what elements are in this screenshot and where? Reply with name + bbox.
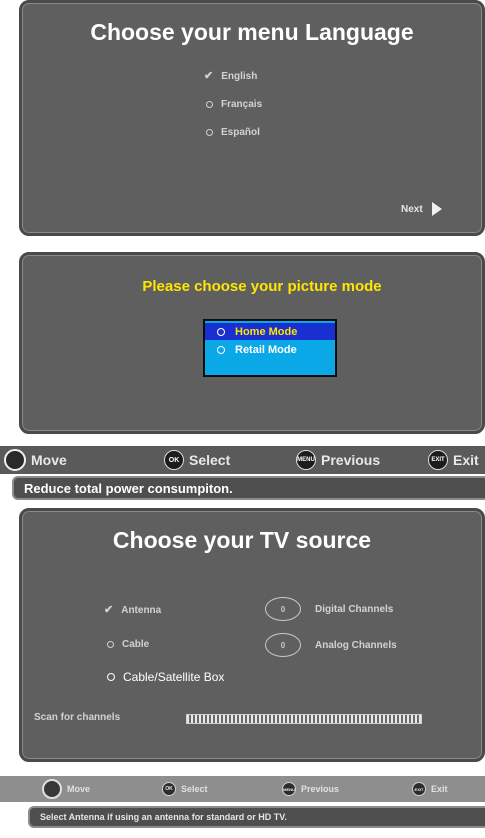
help-previous-label: Previous: [321, 452, 381, 468]
source-option-antenna[interactable]: ✔ Antenna: [104, 604, 162, 617]
radio-icon: [206, 101, 213, 108]
help-move-label: Move: [31, 452, 67, 468]
language-option-espanol[interactable]: Español: [206, 127, 260, 138]
radio-icon: [217, 327, 225, 336]
picture-mode-option-home[interactable]: Home Mode: [205, 323, 335, 340]
tip-text: Select Antenna if using an antenna for s…: [40, 812, 287, 822]
help-move: Move: [4, 449, 67, 471]
language-option-label: English: [221, 71, 258, 82]
menu-button-icon: MENU: [296, 450, 316, 470]
scan-progress-bar: [186, 714, 422, 724]
picture-mode-title: Please choose your picture mode: [142, 278, 382, 295]
source-option-label: Cable: [122, 639, 150, 650]
picture-mode-label: Retail Mode: [235, 343, 297, 356]
radio-icon: [217, 345, 225, 354]
dpad-icon: [4, 449, 26, 471]
source-option-label: Antenna: [121, 605, 162, 616]
help-move: Move: [42, 779, 90, 799]
language-option-francais[interactable]: Français: [206, 99, 262, 110]
menu-button-icon: MENU: [282, 782, 296, 796]
checkmark-icon: ✔: [204, 70, 214, 82]
help-select-label: Select: [181, 784, 208, 794]
radio-icon: [206, 129, 213, 136]
dpad-icon: [42, 779, 62, 799]
help-bar-bottom: Move OK Select MENU Previous EXIT Exit: [0, 776, 485, 802]
help-exit-label: Exit: [431, 784, 448, 794]
channel-count-label: Digital Channels: [315, 603, 394, 615]
help-bar-top: Move OK Select MENU Previous EXIT Exit: [0, 446, 485, 474]
language-option-label: Español: [221, 127, 260, 138]
source-option-label: Cable/Satellite Box: [123, 670, 225, 684]
radio-icon: [107, 641, 114, 648]
language-panel: Choose your menu Language ✔ English Fran…: [19, 0, 485, 236]
help-exit-label: Exit: [453, 452, 479, 468]
picture-mode-label: Home Mode: [235, 325, 298, 338]
language-option-label: Français: [221, 99, 263, 110]
analog-channels-count: 0 Analog Channels: [265, 633, 397, 657]
tip-text: Reduce total power consumpiton.: [24, 480, 233, 496]
language-option-english[interactable]: ✔ English: [204, 70, 258, 83]
tip-bar-bottom: Select Antenna if using an antenna for s…: [28, 806, 485, 828]
digital-channels-count: 0 Digital Channels: [265, 597, 393, 621]
tip-bar-top: Reduce total power consumpiton.: [12, 476, 485, 500]
checkmark-icon: ✔: [104, 604, 114, 616]
channel-count-badge: 0: [265, 597, 301, 621]
channel-count-badge: 0: [265, 633, 301, 657]
language-title: Choose your menu Language: [90, 19, 414, 45]
tv-source-title: Choose your TV source: [112, 527, 372, 553]
help-previous: MENU Previous: [282, 782, 339, 796]
help-exit: EXIT Exit: [428, 450, 479, 470]
next-button[interactable]: Next: [401, 201, 443, 217]
arrow-right-icon: [431, 202, 442, 216]
next-label: Next: [401, 203, 423, 215]
picture-mode-list: Home Mode Retail Mode: [203, 319, 337, 377]
exit-button-icon: EXIT: [428, 450, 448, 470]
help-previous: MENU Previous: [296, 450, 380, 470]
scan-label: Scan for channels: [34, 712, 121, 723]
help-previous-label: Previous: [301, 784, 340, 794]
source-option-cable-satellite-box[interactable]: Cable/Satellite Box: [107, 670, 224, 684]
scan-channels-label: Scan for channels: [34, 712, 120, 723]
channel-count-label: Analog Channels: [315, 639, 397, 651]
help-select: OK Select: [162, 782, 208, 796]
help-move-label: Move: [67, 784, 91, 794]
picture-mode-option-retail[interactable]: Retail Mode: [205, 341, 335, 358]
ok-enter-icon: OK: [164, 450, 184, 470]
source-option-cable[interactable]: Cable: [107, 639, 149, 650]
help-exit: EXIT Exit: [412, 782, 448, 796]
help-select-label: Select: [189, 452, 231, 468]
radio-icon: [107, 673, 115, 681]
exit-button-icon: EXIT: [412, 782, 426, 796]
help-select: OK Select: [164, 450, 230, 470]
ok-enter-icon: OK: [162, 782, 176, 796]
